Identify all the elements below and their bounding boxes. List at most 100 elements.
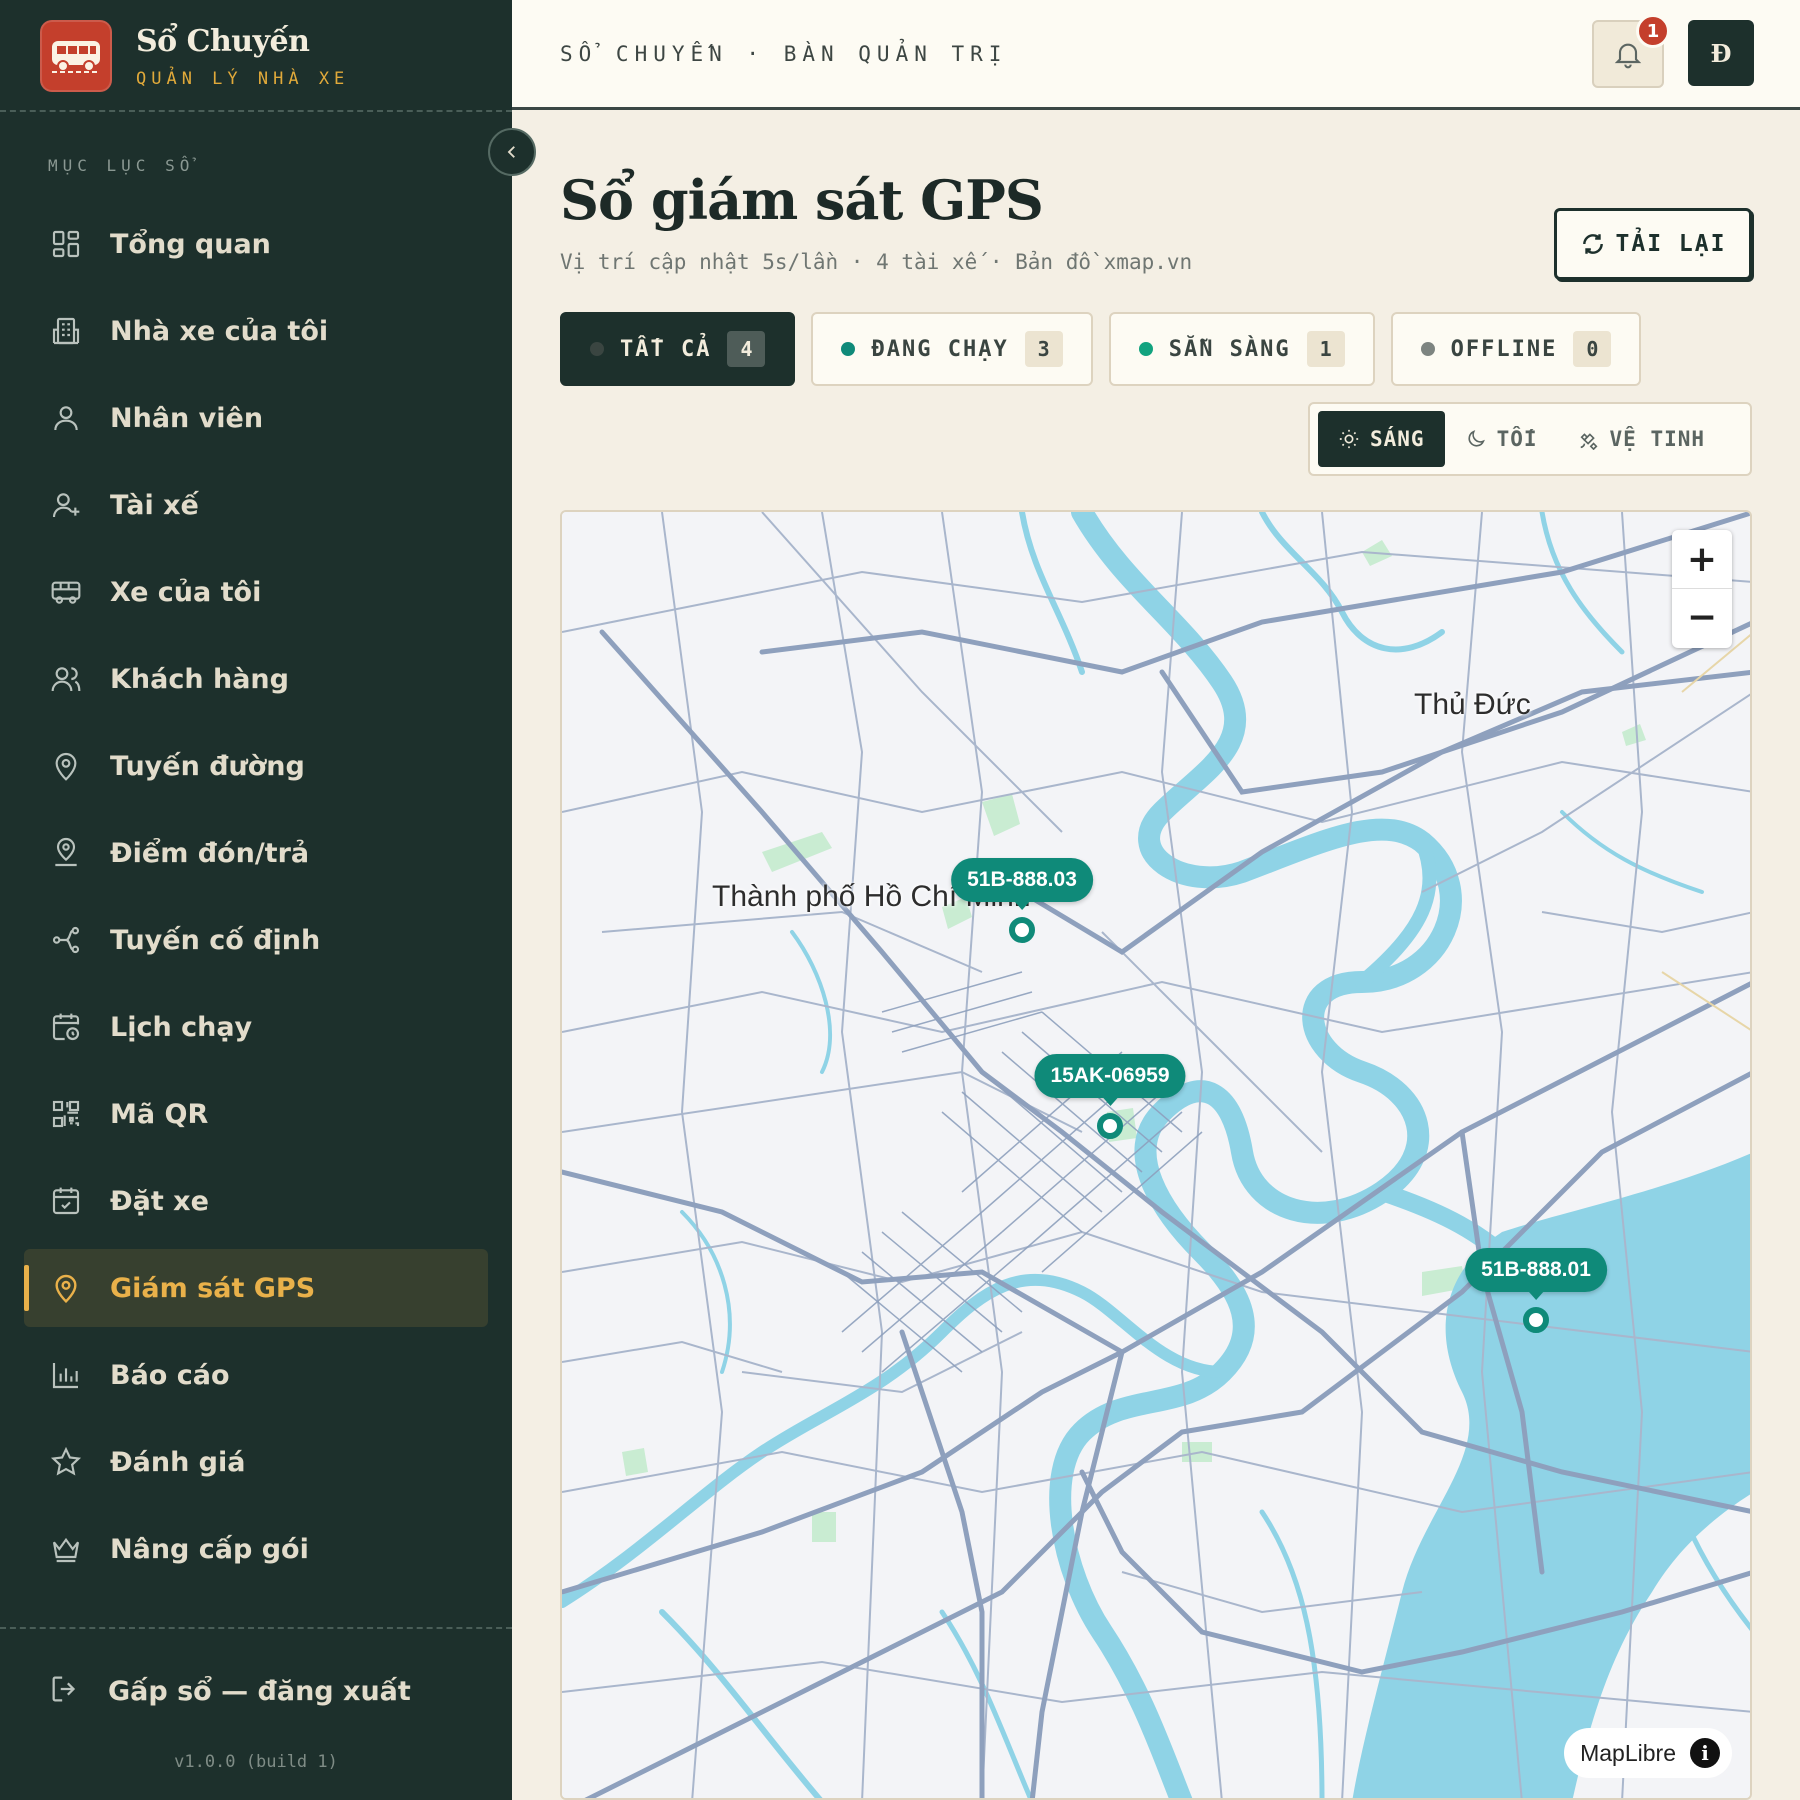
bus-logo-icon (40, 20, 112, 92)
sidebar-item-lich-chay[interactable]: Lịch chạy (24, 988, 488, 1066)
zoom-out-button[interactable]: − (1672, 588, 1732, 646)
sidebar-item-label: Lịch chạy (110, 1011, 253, 1043)
sidebar-item-nha-xe[interactable]: Nhà xe của tôi (24, 292, 488, 370)
sidebar-item-danh-gia[interactable]: Đánh giá (24, 1423, 488, 1501)
filter-count: 0 (1573, 331, 1612, 367)
map-style-satellite[interactable]: VỆ TINH (1558, 411, 1726, 467)
sidebar-item-tong-quan[interactable]: Tổng quan (24, 205, 488, 283)
app-version: v1.0.0 (build 1) (174, 1752, 338, 1772)
gps-map[interactable]: Thành phố Hồ Chí Minh Thủ Đức 51B-888.03… (560, 510, 1752, 1800)
map-style-label: SÁNG (1370, 427, 1425, 451)
filter-all[interactable]: TẤT CẢ 4 (560, 312, 796, 386)
qr-icon (48, 1096, 84, 1132)
sidebar-nav: Tổng quan Nhà xe của tôi Nhân viên Tài x… (24, 205, 488, 1597)
sidebar-item-ma-qr[interactable]: Mã QR (24, 1075, 488, 1153)
notifications-button[interactable]: 1 (1592, 14, 1670, 88)
filter-running[interactable]: ĐANG CHẠY 3 (811, 312, 1093, 386)
brand[interactable]: Sổ Chuyến QUẢN LÝ NHÀ XE (40, 20, 349, 92)
map-style-light[interactable]: SÁNG (1318, 411, 1445, 467)
chevron-left-icon (507, 146, 515, 158)
avatar[interactable]: Đ (1688, 20, 1754, 86)
satellite-icon (1580, 433, 1598, 450)
sidebar-item-khach-hang[interactable]: Khách hàng (24, 640, 488, 718)
sidebar-item-tuyen-duong[interactable]: Tuyến đường (24, 727, 488, 805)
sidebar-item-label: Mã QR (110, 1098, 209, 1130)
brand-subtitle: QUẢN LÝ NHÀ XE (136, 68, 350, 89)
collapse-sidebar-button[interactable] (488, 128, 536, 176)
status-dot (1420, 342, 1435, 356)
nav-heading: MỤC LỤC SỔ (48, 156, 195, 175)
sidebar-item-xe[interactable]: Xe của tôi (24, 553, 488, 631)
filter-offline[interactable]: OFFLINE 0 (1390, 312, 1642, 386)
crown-icon (48, 1531, 84, 1567)
map-pin-icon (48, 748, 84, 784)
users-icon (48, 661, 84, 697)
sun-icon (1339, 429, 1359, 449)
filter-count: 3 (1024, 331, 1063, 367)
sidebar-item-label: Giám sát GPS (110, 1272, 316, 1304)
attribution-text: MapLibre (1580, 1739, 1676, 1766)
sidebar-item-label: Tài xế (110, 489, 199, 521)
zoom-in-button[interactable]: + (1672, 530, 1732, 588)
calendar-clock-icon (48, 1009, 84, 1045)
map-tiles (562, 512, 1750, 1798)
top-bar: SỔ CHUYẾN · BÀN QUẢN TRỊ 1 Đ (512, 0, 1800, 110)
status-dot (590, 342, 604, 356)
sidebar-item-tuyen-co-dinh[interactable]: Tuyến cố định (24, 901, 488, 979)
pin-person-icon (48, 835, 84, 871)
sidebar-item-label: Tuyến đường (110, 750, 305, 782)
sidebar-item-tai-xe[interactable]: Tài xế (24, 466, 488, 544)
filter-label: TẤT CẢ (620, 336, 712, 362)
sidebar-item-label: Nâng cấp gói (110, 1533, 309, 1565)
filter-count: 4 (727, 331, 766, 367)
map-style-label: TỐI (1496, 427, 1538, 451)
map-style-label: VỆ TINH (1609, 427, 1706, 451)
refresh-icon (1582, 234, 1603, 254)
map-style-dark[interactable]: TỐI (1445, 411, 1558, 467)
page-title: Sổ giám sát GPS (560, 168, 1044, 232)
sidebar-item-bao-cao[interactable]: Báo cáo (24, 1336, 488, 1414)
sidebar-item-nhan-vien[interactable]: Nhân viên (24, 379, 488, 457)
user-plus-icon (48, 487, 84, 523)
dashboard-icon (48, 226, 84, 262)
breadcrumb: SỔ CHUYẾN · BÀN QUẢN TRỊ (560, 42, 1008, 66)
reload-button[interactable]: TẢI LẠI (1554, 208, 1752, 280)
filter-count: 1 (1306, 331, 1345, 367)
sidebar-item-giam-sat-gps[interactable]: Giám sát GPS (24, 1249, 488, 1327)
logout-icon (48, 1672, 82, 1710)
sidebar-item-label: Tổng quan (110, 228, 271, 260)
route-icon (48, 922, 84, 958)
filter-label: ĐANG CHẠY (871, 336, 1009, 362)
sidebar-item-diem-don-tra[interactable]: Điểm đón/trả (24, 814, 488, 892)
status-dot (1138, 342, 1153, 356)
bar-chart-icon (48, 1357, 84, 1393)
page-subtitle: Vị trí cập nhật 5s/lần · 4 tài xế · Bản … (560, 250, 1193, 274)
status-filters: TẤT CẢ 4 ĐANG CHẠY 3 SẴN SÀNG 1 OFFLINE … (560, 312, 1657, 386)
sidebar-item-label: Khách hàng (110, 663, 289, 695)
vehicle-plate: 15AK-06959 (1034, 1054, 1186, 1106)
map-pin-icon (48, 1270, 84, 1306)
reload-label: TẢI LẠI (1615, 231, 1727, 257)
logout-button[interactable]: Gấp sổ — đăng xuất (48, 1672, 411, 1710)
sidebar-item-dat-xe[interactable]: Đặt xe (24, 1162, 488, 1240)
sidebar-item-nang-cap-goi[interactable]: Nâng cấp gói (24, 1510, 488, 1588)
filter-ready[interactable]: SẴN SÀNG 1 (1108, 312, 1375, 386)
filter-label: OFFLINE (1450, 336, 1558, 362)
info-icon[interactable]: i (1690, 1738, 1720, 1768)
sidebar-item-label: Đặt xe (110, 1185, 209, 1217)
vehicle-pin (1097, 1113, 1123, 1139)
moon-icon (1468, 430, 1485, 447)
map-label-district: Thủ Đức (1414, 688, 1531, 721)
sidebar-item-label: Điểm đón/trả (110, 837, 310, 869)
zoom-controls: + − (1672, 530, 1732, 648)
building-icon (48, 313, 84, 349)
sidebar-item-label: Báo cáo (110, 1359, 230, 1391)
sidebar-item-label: Nhân viên (110, 402, 264, 434)
vehicle-pin (1523, 1307, 1549, 1333)
sidebar-item-label: Nhà xe của tôi (110, 315, 329, 347)
user-icon (48, 400, 84, 436)
status-dot (841, 342, 856, 356)
bus-icon (48, 574, 84, 610)
sidebar-item-label: Tuyến cố định (110, 924, 321, 956)
map-attribution: MapLibre i (1564, 1728, 1732, 1778)
